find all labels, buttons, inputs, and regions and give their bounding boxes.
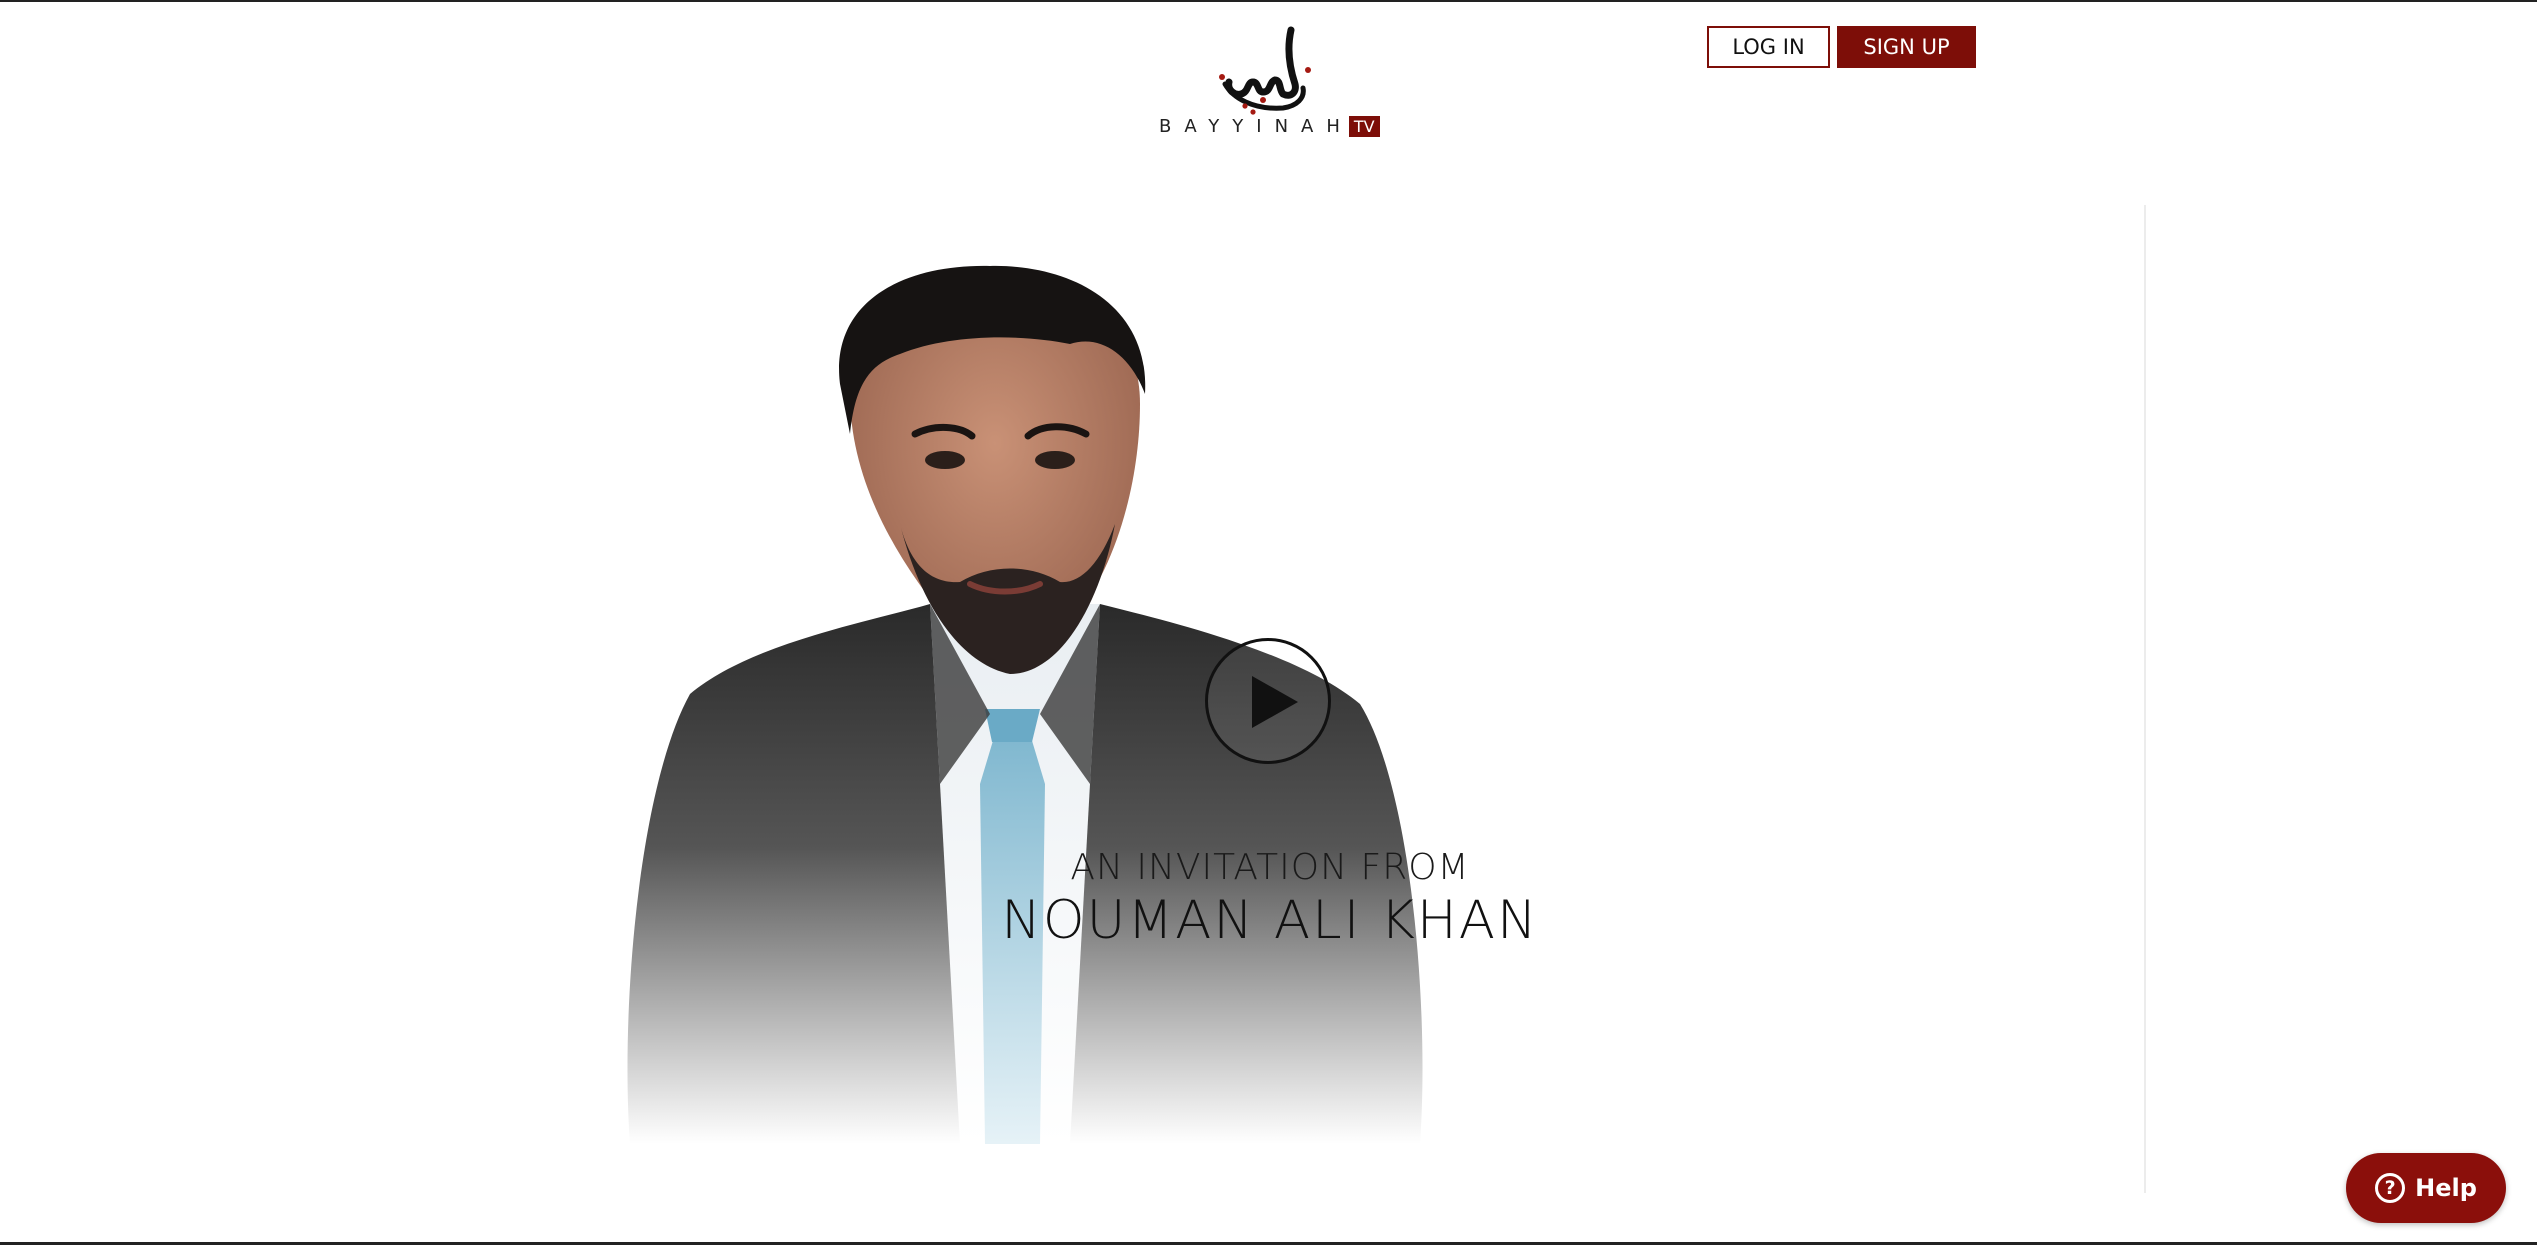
calligraphy-logo-icon xyxy=(1219,26,1311,115)
bayyinah-tv-logo[interactable]: BAYYINAH TV xyxy=(1155,26,1380,141)
vertical-divider xyxy=(2144,205,2146,1193)
play-icon xyxy=(1252,676,1298,728)
invitation-heading: AN INVITATION FROM xyxy=(1070,847,1470,888)
signup-button[interactable]: SIGN UP xyxy=(1837,26,1976,68)
logo-tv-badge: TV xyxy=(1348,116,1380,137)
logo-wordmark: BAYYINAH TV xyxy=(1159,116,1380,137)
question-circle-icon: ? xyxy=(2375,1173,2406,1203)
help-button[interactable]: ? Help xyxy=(2346,1153,2506,1223)
speaker-name: NOUMAN ALI KHAN xyxy=(1001,890,1539,951)
play-video-button[interactable] xyxy=(1205,638,1331,764)
login-button[interactable]: LOG IN xyxy=(1707,26,1830,68)
logo-wordmark-text: BAYYINAH xyxy=(1159,116,1353,137)
help-label: Help xyxy=(2415,1174,2477,1202)
